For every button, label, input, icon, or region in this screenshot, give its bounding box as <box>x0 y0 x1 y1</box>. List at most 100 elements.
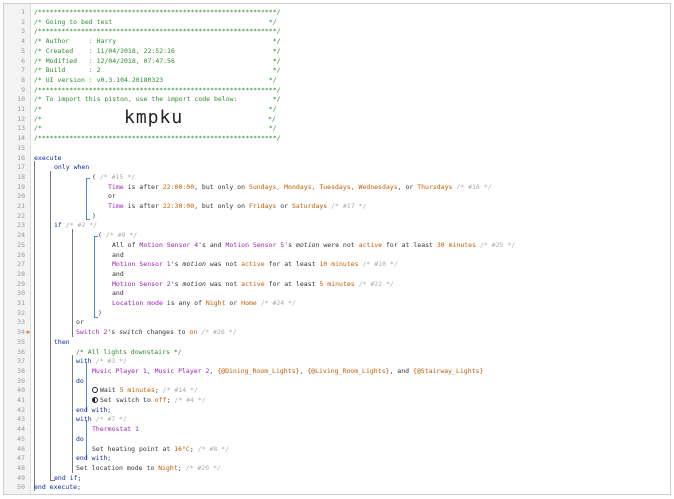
section-comment[interactable]: /* All lights downstairs */ <box>76 348 182 358</box>
line-number: 36 <box>17 347 25 356</box>
piston-title: /* Going to bed test */ <box>34 17 277 26</box>
line-number: 35 <box>17 337 25 346</box>
header-border: /***************************************… <box>34 27 281 36</box>
line-number: 46 <box>17 444 25 453</box>
line-number: 22 <box>17 211 25 220</box>
group-9[interactable]: ( /* #9 */ <box>98 231 137 241</box>
task-20[interactable]: Set location mode to Night; /* #20 */ <box>76 464 221 474</box>
line-number: 4 <box>21 37 25 46</box>
line-number: 26 <box>17 250 25 259</box>
line-number: 38 <box>17 366 25 375</box>
line-number-gutter: 1 2 3 4 5 6 7 8 9 10 11 12 13 14 15 16 17 18 19 20 21 22 23 24 2… <box>4 4 31 494</box>
line-number: 15 <box>17 143 25 152</box>
import-note: /* To import this piston, use the import… <box>34 95 281 104</box>
line-number: 6 <box>21 56 25 65</box>
condition-24[interactable]: Location mode is any of Night or Home /*… <box>112 299 296 309</box>
line-number: 19 <box>17 182 25 191</box>
task-4[interactable]: Set switch to off; /* #4 */ <box>92 396 206 406</box>
condition-22[interactable]: Motion Sensor 2's motion was not active … <box>112 280 394 290</box>
line-number: 40 <box>17 386 25 395</box>
device-list[interactable]: Music Player 1, Music Player 2, {@Dining… <box>92 367 483 377</box>
line-number: 49 <box>17 473 25 482</box>
line-number: 45 <box>17 434 25 443</box>
line-number: 11 <box>17 105 25 113</box>
end-execute[interactable]: end execute; <box>34 483 81 493</box>
condition-25[interactable]: All of Motion Sensor 4's and Motion Sens… <box>112 241 515 251</box>
line-number: 39 <box>17 376 25 385</box>
build-line: /* Build : 2 */ <box>34 66 281 75</box>
header-border: /***************************************… <box>34 85 281 94</box>
line-number: 48 <box>17 463 25 472</box>
line-number: 10 <box>17 95 25 104</box>
line-number: 37 <box>17 357 25 366</box>
line-number: 2 <box>21 17 25 26</box>
line-number: 13 <box>17 124 25 133</box>
line-number: 43 <box>17 415 25 424</box>
line-number: 24 <box>17 231 25 240</box>
do-keyword[interactable]: do <box>76 377 84 387</box>
and-operator[interactable]: and <box>112 251 124 261</box>
line-number: 31 <box>17 299 25 307</box>
line-number: 18 <box>17 172 25 181</box>
or-operator[interactable]: or <box>108 192 116 202</box>
group-15[interactable]: ( /* #15 */ <box>92 173 135 183</box>
header-blank: /* */ <box>34 124 277 133</box>
line-number: 27 <box>17 260 25 269</box>
line-number: 32 <box>17 308 25 317</box>
task-14[interactable]: Wait 5 minutes; /* #14 */ <box>92 386 198 396</box>
modified-line: /* Modified : 12/04/2018, 07:47:56 */ <box>34 56 281 65</box>
end-if[interactable]: end if; <box>54 474 81 484</box>
condition-17[interactable]: Time is after 22:30:00, but only on Frid… <box>108 202 366 212</box>
line-number: 41 <box>17 396 25 404</box>
trigger-26[interactable]: Switch 2's switch changes to on /* #26 *… <box>76 328 237 338</box>
end-with[interactable]: end with; <box>76 454 111 464</box>
line-number: 33 <box>17 318 25 327</box>
line-number: 17 <box>17 163 25 172</box>
line-number: 47 <box>17 454 25 463</box>
breakpoint-marker[interactable]: ✱ <box>26 328 30 338</box>
task-8[interactable]: Set heating point at 16°C; /* #8 */ <box>92 445 229 455</box>
thermostat-device[interactable]: Thermostat 1 <box>92 425 139 435</box>
author-line: /* Author : Harry */ <box>34 37 281 46</box>
line-number: 20 <box>17 192 25 201</box>
line-number: 1 <box>21 8 25 16</box>
group-close: ) <box>92 211 96 220</box>
line-number: 12 <box>17 114 25 123</box>
and-operator[interactable]: and <box>112 289 124 299</box>
condition-10[interactable]: Motion Sensor 1's motion was not active … <box>112 260 398 270</box>
header-border: /***************************************… <box>34 134 281 143</box>
line-number: 7 <box>21 66 25 75</box>
clock-icon <box>92 387 98 394</box>
created-line: /* Created : 11/04/2018, 22:52:16 */ <box>34 46 281 55</box>
do-keyword[interactable]: do <box>76 435 84 445</box>
line-number: 21 <box>17 202 25 210</box>
or-operator[interactable]: or <box>76 318 84 328</box>
line-number: 5 <box>21 46 25 55</box>
ui-version-line: /* UI version : v0.3.104.20180323 */ <box>34 75 277 84</box>
group-close: ) <box>98 308 102 317</box>
line-number: 50 <box>17 483 25 492</box>
with-statement-7[interactable]: with /* #7 */ <box>76 415 127 425</box>
line-number: 30 <box>17 289 25 298</box>
line-number: 16 <box>17 153 25 162</box>
toggle-icon <box>92 397 98 403</box>
only-when-line[interactable]: only when <box>54 163 89 173</box>
with-statement-3[interactable]: with /* #3 */ <box>76 357 127 367</box>
execute-keyword[interactable]: execute <box>34 154 61 164</box>
condition-16[interactable]: Time is after 22:00:00, but only on Sund… <box>108 183 492 193</box>
line-number: 29 <box>17 279 25 288</box>
then-keyword[interactable]: then <box>54 338 70 348</box>
line-number: 8 <box>21 75 25 84</box>
line-number: 9 <box>21 85 25 94</box>
end-with[interactable]: end with; <box>76 406 111 416</box>
header-border: /***************************************… <box>34 8 281 16</box>
line-number: 25 <box>17 240 25 249</box>
if-statement[interactable]: if /* #2 */ <box>54 221 97 231</box>
and-operator[interactable]: and <box>112 270 124 280</box>
line-number: 34 <box>17 328 25 337</box>
line-number: 42 <box>17 405 25 414</box>
piston-code-editor: 1 2 3 4 5 6 7 8 9 10 11 12 13 14 15 16 17 18 19 20 21 22 23 24 2… <box>3 3 671 495</box>
line-number: 28 <box>17 269 25 278</box>
line-number: 3 <box>21 27 25 36</box>
line-number: 23 <box>17 221 25 230</box>
